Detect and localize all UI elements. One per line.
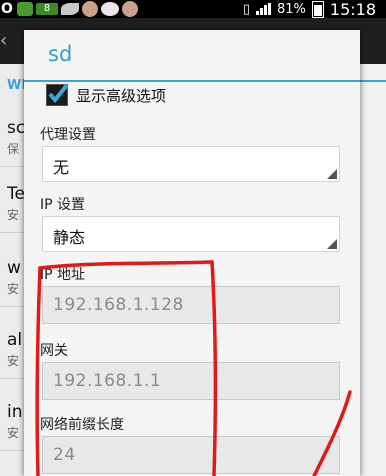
advanced-checkbox[interactable] [46,83,69,106]
show-advanced-options[interactable]: 显示高级选项 [46,83,167,106]
ip-settings-value: 静态 [53,228,86,247]
status-bar: O 8 ▯ 81% 15:18 [0,0,386,19]
clock: 15:18 [329,0,376,19]
dropdown-corner-icon [327,239,337,249]
proxy-label: 代理设置 [40,127,96,143]
ip-settings-select[interactable]: 静态 [42,216,340,252]
check-icon [48,83,69,104]
gateway-label: 网关 [40,343,68,359]
gateway-field[interactable]: 192.168.1.1 [42,362,340,400]
signal-icon [255,3,271,15]
status-right-icons: ▯ 81% 15:18 [242,0,386,19]
badge-icon: 8 [36,3,58,15]
network-edit-dialog: sd 显示高级选项 代理设置 无 IP 设置 静态 IP 地址 192.168.… [24,30,360,476]
ip-address-field[interactable]: 192.168.1.128 [42,286,340,324]
dropdown-corner-icon [327,169,337,179]
ip-settings-label: IP 设置 [40,197,86,213]
opera-icon: O [1,1,13,17]
ip-address-value: 192.168.1.128 [53,295,184,315]
leaf-icon [61,3,79,15]
dialog-title: sd [48,42,73,66]
gateway-value: 192.168.1.1 [53,371,162,391]
avatar-notification-icon [82,1,98,17]
background-right-edge [358,18,386,476]
title-divider [24,80,360,82]
app-notification-icon [17,2,33,16]
prefix-length-label: 网络前缀长度 [40,417,124,433]
avatar-notification-icon-2 [122,1,138,17]
ip-address-label: IP 地址 [40,267,86,283]
proxy-select[interactable]: 无 [42,146,340,182]
wechat-icon [101,2,119,16]
vibrate-icon: ▯ [242,1,250,17]
battery-icon [311,0,324,18]
advanced-options-label: 显示高级选项 [76,86,167,105]
back-icon: ‹ [0,30,8,51]
proxy-value: 无 [53,158,70,177]
prefix-length-value: 24 [53,445,76,465]
battery-percent: 81% [276,1,306,17]
status-left-icons: O 8 [0,0,138,18]
prefix-length-field[interactable]: 24 [42,436,340,474]
